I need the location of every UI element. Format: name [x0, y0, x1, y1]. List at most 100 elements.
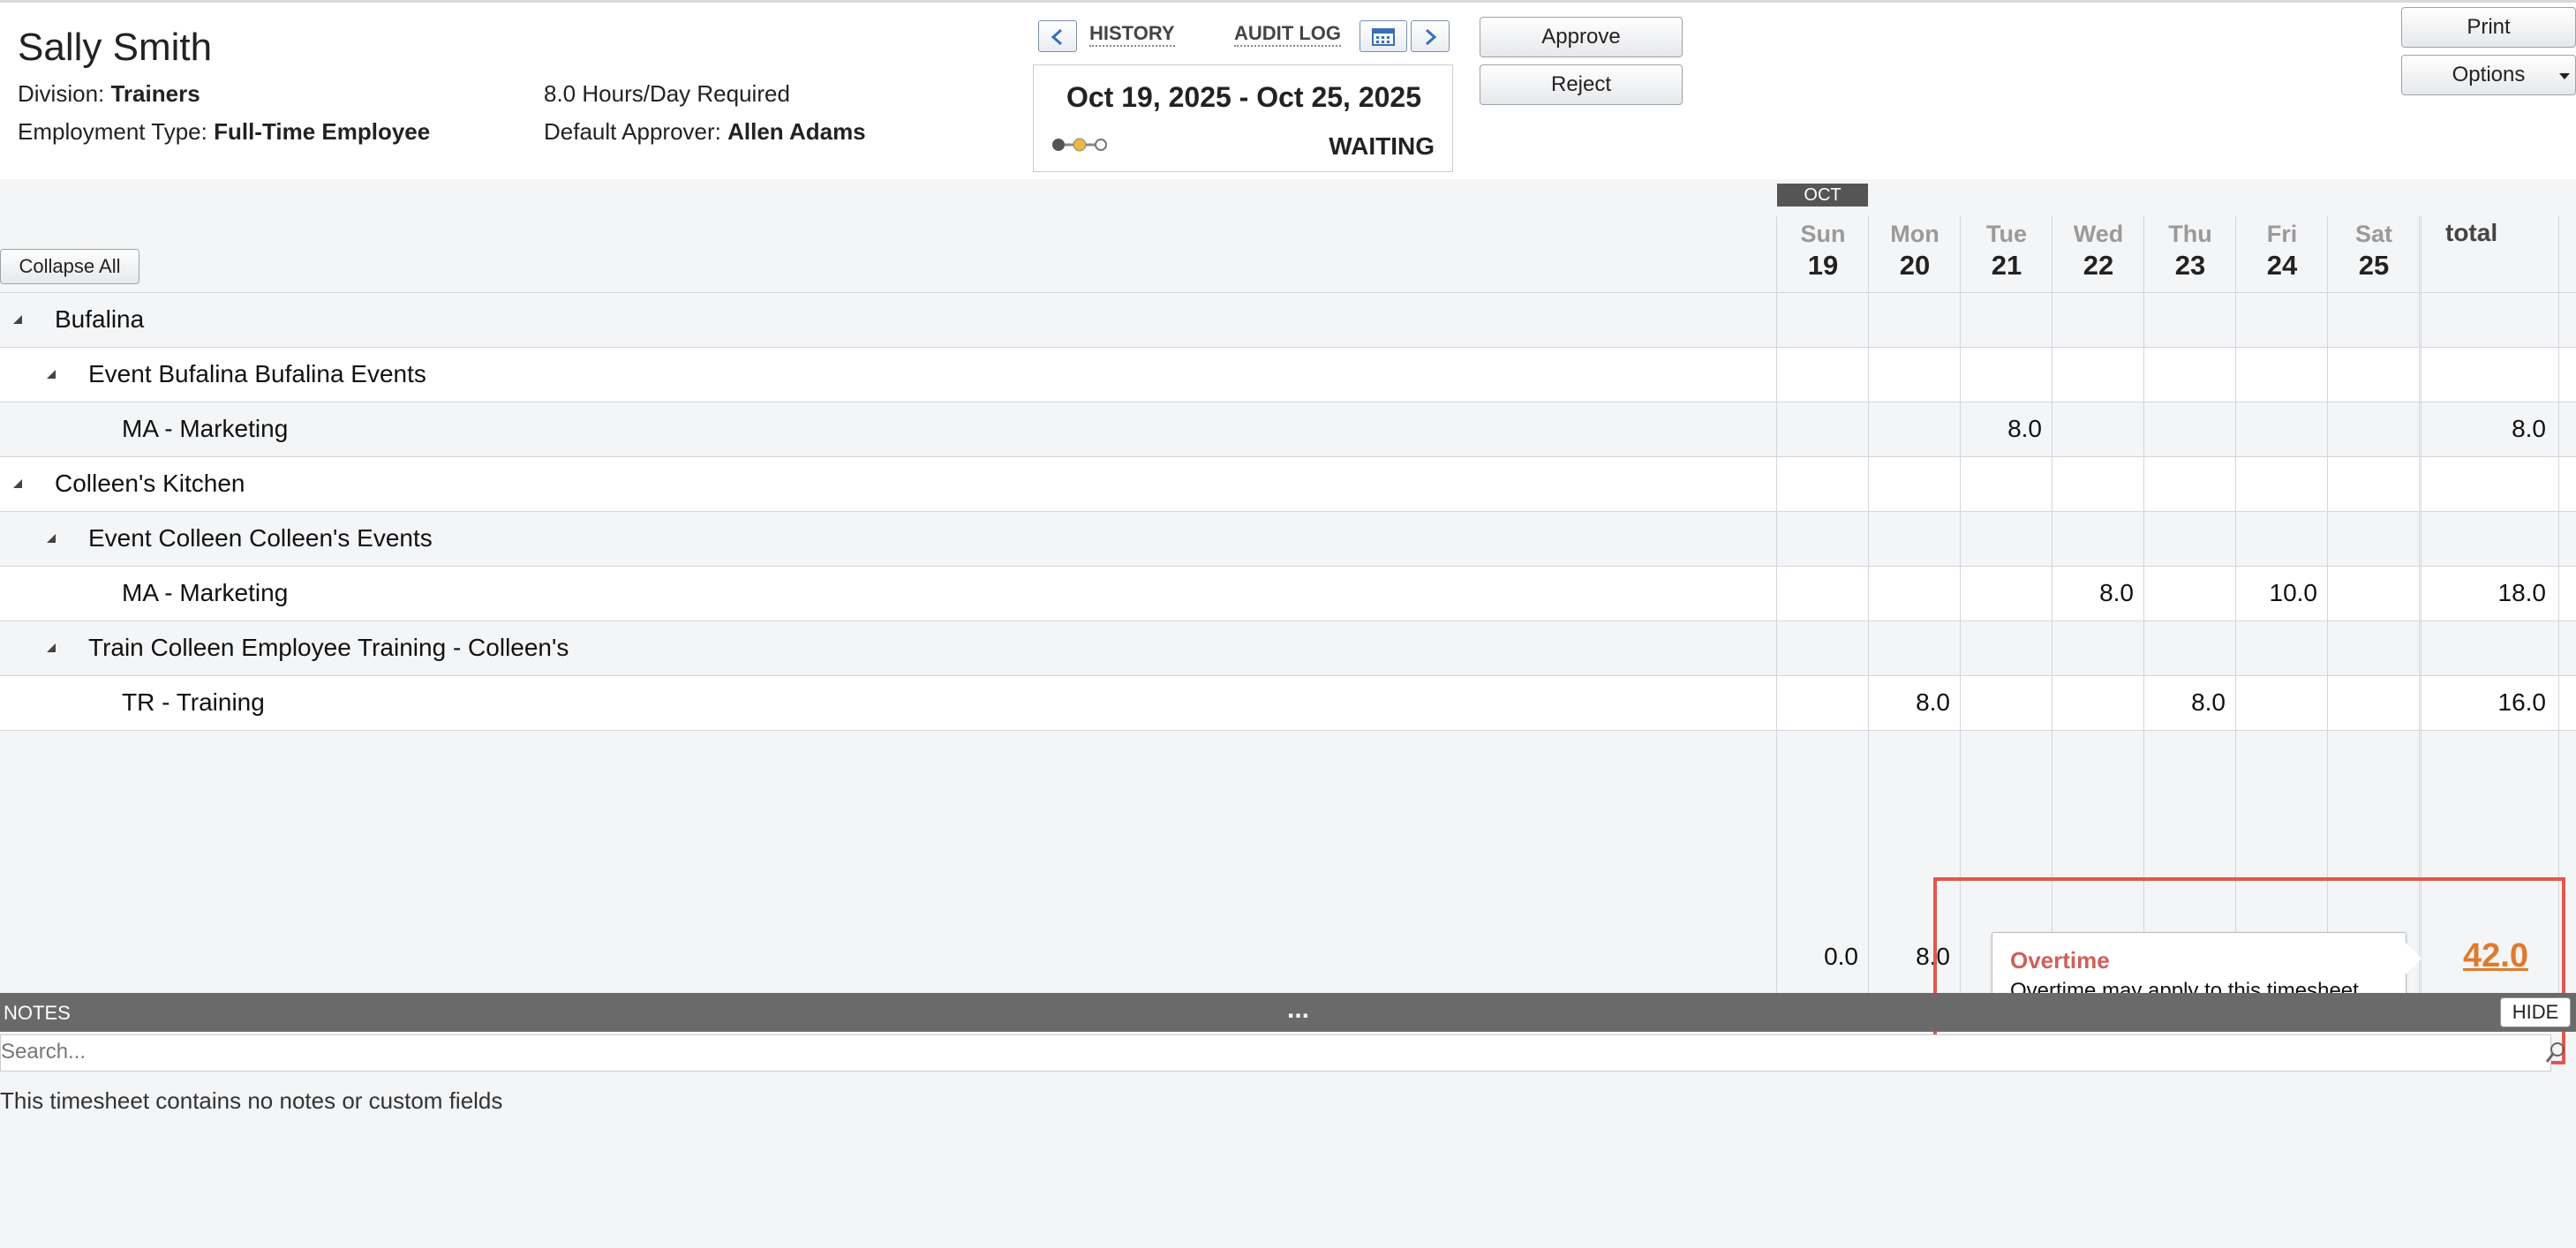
column-divider	[1960, 216, 1961, 993]
calendar-button[interactable]	[1360, 20, 1407, 52]
notes-resize-handle[interactable]: ...	[1287, 995, 1309, 1025]
column-divider	[2143, 216, 2144, 993]
approval-progress-indicator	[1052, 138, 1107, 152]
day-name: Sat	[2354, 221, 2393, 247]
day-header-sat: Sat 25	[2328, 221, 2420, 282]
task-row: TR - Training 8.0 8.0 16.0	[0, 675, 2576, 730]
day-name: Mon	[1890, 221, 1940, 247]
hours-cell[interactable]: 10.0	[2236, 579, 2318, 607]
group-row: Colleen's Kitchen	[0, 456, 2576, 511]
period-box: Oct 19, 2025 - Oct 25, 2025 WAITING	[1033, 64, 1453, 172]
division-info: Division: Trainers	[18, 80, 200, 108]
expand-toggle-icon[interactable]	[12, 314, 23, 325]
day-total-sun: 0.0	[1824, 943, 1858, 970]
day-number: 25	[2358, 250, 2390, 281]
approver-info: Default Approver: Allen Adams	[544, 118, 866, 146]
column-divider	[1776, 216, 1777, 993]
caret-down-icon	[2559, 73, 2570, 79]
audit-log-link[interactable]: AUDIT LOG	[1234, 22, 1341, 47]
day-header-thu: Thu 23	[2144, 221, 2236, 282]
division-value: Trainers	[110, 80, 200, 107]
search-icon[interactable]	[2545, 1041, 2566, 1065]
collapse-all-button[interactable]: Collapse All	[0, 249, 139, 284]
timesheet-header: Sally Smith Division: Trainers Employmen…	[0, 3, 2576, 179]
task-row: MA - Marketing 8.0 10.0 18.0	[0, 566, 2576, 620]
row-label: TR - Training	[122, 688, 265, 716]
day-number: 23	[2174, 250, 2206, 281]
approver-value: Allen Adams	[727, 118, 866, 145]
employment-type-value: Full-Time Employee	[214, 118, 431, 145]
tooltip-title: Overtime	[2010, 947, 2110, 974]
calendar-icon	[1372, 28, 1395, 46]
day-number: 24	[2266, 250, 2298, 281]
task-row: MA - Marketing 8.0 8.0	[0, 402, 2576, 456]
row-label: Event Bufalina Bufalina Events	[88, 360, 426, 387]
history-link[interactable]: HISTORY	[1089, 22, 1175, 47]
hours-cell[interactable]: 8.0	[2053, 579, 2134, 607]
day-name: Thu	[2168, 221, 2212, 247]
row-total: 8.0	[2512, 415, 2546, 442]
print-button[interactable]: Print	[2401, 7, 2576, 48]
row-label: Bufalina	[55, 305, 145, 333]
row-label: Event Colleen Colleen's Events	[88, 524, 433, 552]
notes-search	[0, 1034, 2565, 1071]
approve-button[interactable]: Approve	[1480, 17, 1683, 57]
day-number: 22	[2083, 250, 2114, 281]
row-label: MA - Marketing	[122, 415, 289, 442]
day-name: Tue	[1986, 221, 2027, 247]
day-header-wed: Wed 22	[2053, 221, 2144, 282]
chevron-left-icon	[1051, 28, 1062, 46]
day-header-sun: Sun 19	[1777, 221, 1869, 282]
day-name: Wed	[2073, 221, 2124, 247]
approver-label: Default Approver:	[544, 118, 721, 145]
expand-toggle-icon[interactable]	[46, 533, 56, 544]
day-name: Fri	[2266, 221, 2298, 247]
hide-notes-button[interactable]: HIDE	[2500, 997, 2571, 1027]
expand-toggle-icon[interactable]	[46, 643, 56, 653]
employee-name: Sally Smith	[18, 26, 213, 69]
grid-bottom-border	[0, 730, 2576, 731]
row-total: 18.0	[2497, 579, 2547, 606]
period-dates: Oct 19, 2025 - Oct 25, 2025	[1066, 81, 1422, 113]
notes-bar: NOTES ... HIDE	[0, 993, 2576, 1032]
column-divider	[2235, 216, 2236, 993]
group-row: Train Colleen Employee Training - Collee…	[0, 620, 2576, 675]
employment-type-label: Employment Type:	[18, 118, 207, 145]
next-period-button[interactable]	[1411, 20, 1450, 52]
tooltip-arrow	[2406, 943, 2422, 974]
notes-label: NOTES	[4, 1002, 71, 1024]
status-badge: WAITING	[1329, 132, 1435, 160]
column-divider	[1868, 216, 1869, 993]
options-button[interactable]: Options	[2401, 55, 2576, 95]
hours-cell[interactable]: 8.0	[1869, 688, 1950, 717]
notes-search-input[interactable]	[1, 1035, 2473, 1069]
group-row: Event Colleen Colleen's Events	[0, 511, 2576, 566]
reject-button[interactable]: Reject	[1480, 64, 1683, 105]
day-number: 19	[1807, 250, 1839, 281]
row-total: 16.0	[2497, 688, 2547, 716]
day-header-fri: Fri 24	[2236, 221, 2328, 282]
column-divider	[2421, 216, 2422, 993]
group-row: Event Bufalina Bufalina Events	[0, 347, 2576, 402]
row-label: Train Colleen Employee Training - Collee…	[88, 634, 569, 661]
notes-empty-message: This timesheet contains no notes or cust…	[0, 1087, 503, 1114]
expand-toggle-icon[interactable]	[12, 478, 23, 489]
expand-toggle-icon[interactable]	[46, 369, 56, 380]
options-label: Options	[2452, 63, 2526, 86]
division-label: Division:	[18, 80, 105, 107]
grand-total-link[interactable]: 42.0	[2463, 937, 2528, 975]
column-divider	[2052, 216, 2053, 993]
day-number: 20	[1899, 250, 1931, 281]
day-name: Sun	[1800, 221, 1846, 247]
total-column-header: total	[2445, 219, 2498, 246]
chevron-right-icon	[1426, 28, 1437, 46]
group-row: Bufalina	[0, 292, 2576, 347]
hours-required: 8.0 Hours/Day Required	[544, 80, 790, 107]
row-label: MA - Marketing	[122, 579, 289, 606]
hours-cell[interactable]: 8.0	[2144, 688, 2226, 717]
previous-period-button[interactable]	[1038, 20, 1077, 52]
month-tag: OCT	[1777, 184, 1868, 207]
hours-cell[interactable]: 8.0	[1961, 415, 2042, 443]
column-divider	[2327, 216, 2328, 993]
day-number: 21	[1991, 250, 2022, 281]
